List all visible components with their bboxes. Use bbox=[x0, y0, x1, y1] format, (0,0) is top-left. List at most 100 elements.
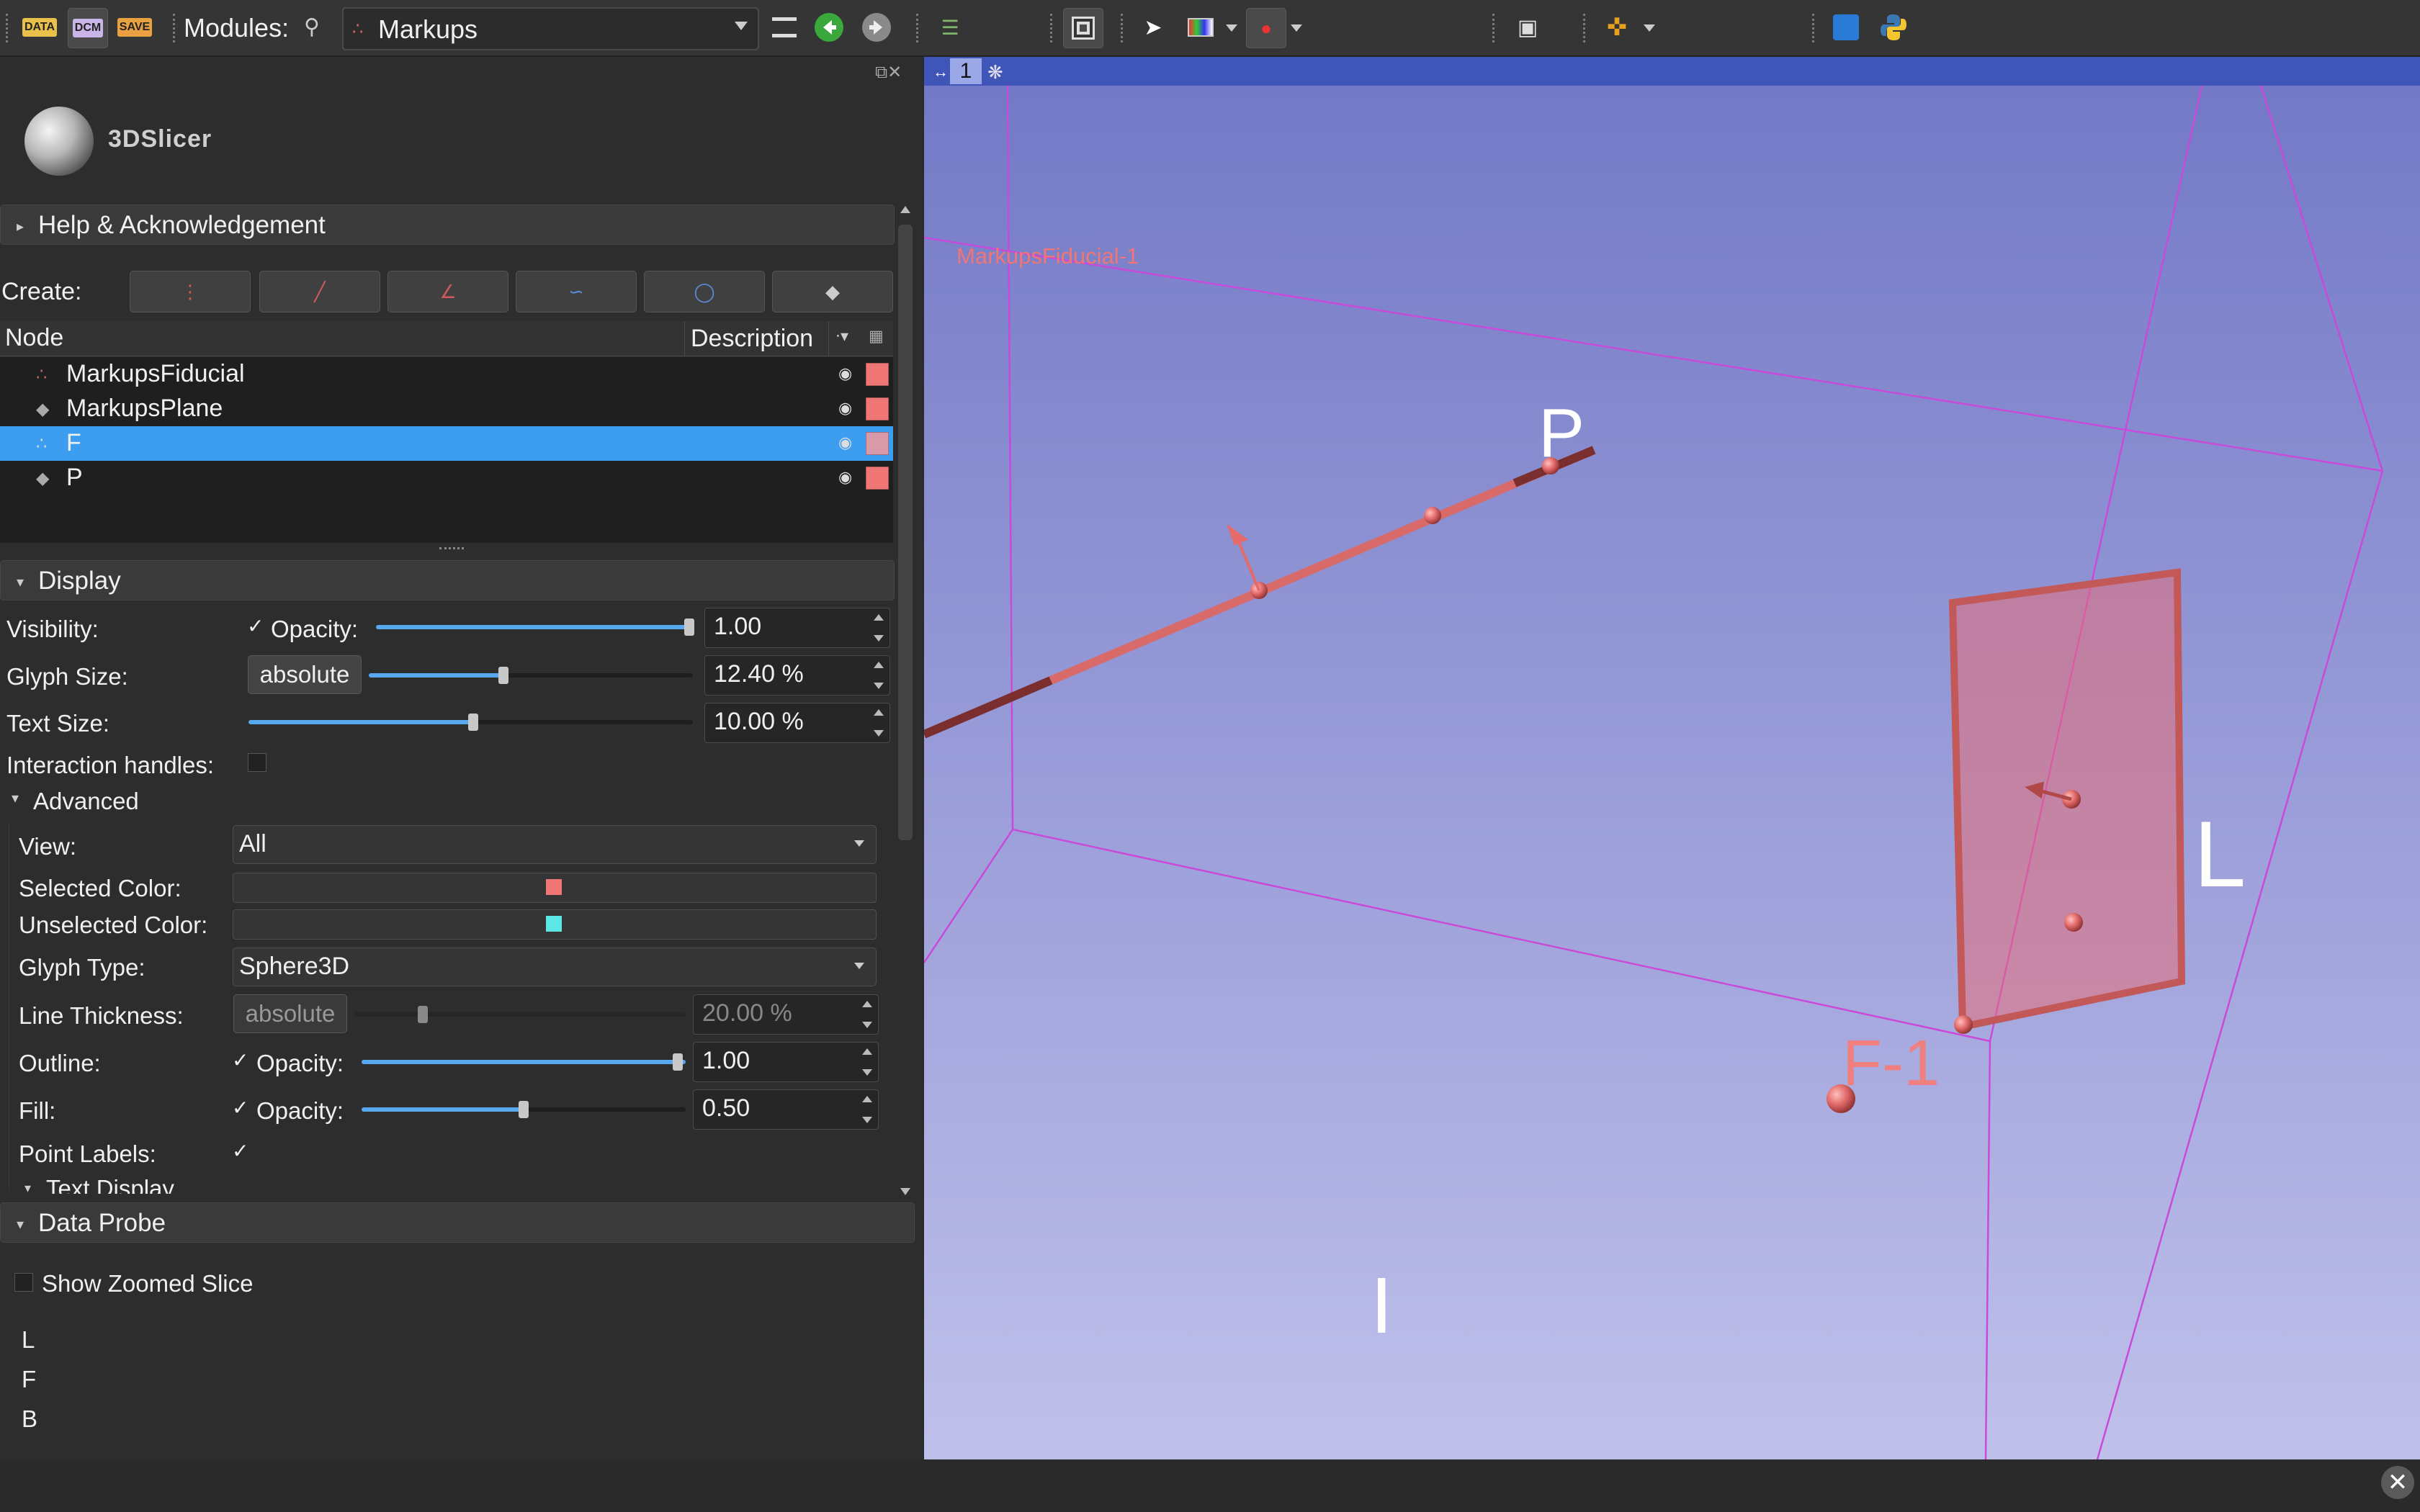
tree-row-markups-plane[interactable]: ◆ MarkupsPlane ◉ bbox=[0, 392, 893, 426]
spin-up-icon[interactable] bbox=[874, 662, 884, 668]
module-selector[interactable]: ∴ Markups bbox=[342, 7, 759, 50]
point-labels-checkbox[interactable]: ✓ bbox=[232, 1139, 248, 1163]
toolbar-grip[interactable] bbox=[6, 14, 14, 42]
opacity-slider-handle[interactable] bbox=[684, 618, 694, 636]
dicom-button[interactable]: DCM bbox=[68, 8, 108, 48]
forward-button[interactable] bbox=[857, 8, 896, 47]
toolbar-grip[interactable] bbox=[173, 14, 181, 42]
spin-up-icon[interactable] bbox=[862, 1001, 872, 1007]
scroll-up-icon[interactable] bbox=[900, 206, 910, 213]
spin-down-icon[interactable] bbox=[874, 683, 884, 689]
column-header-node[interactable]: Node bbox=[5, 324, 63, 352]
line-thickness-slider-handle[interactable] bbox=[418, 1006, 428, 1023]
advanced-section-label[interactable]: Advanced bbox=[33, 788, 139, 815]
show-zoomed-slice-checkbox[interactable] bbox=[14, 1273, 33, 1292]
place-markup-button[interactable]: ● bbox=[1246, 8, 1286, 48]
glyph-size-spinbox[interactable]: 12.40 % bbox=[704, 655, 890, 696]
glyph-size-slider-handle[interactable] bbox=[498, 667, 508, 684]
spin-up-icon[interactable] bbox=[874, 709, 884, 716]
node-color-swatch[interactable] bbox=[866, 397, 889, 420]
column-visibility-icon[interactable]: ⋅▾ bbox=[835, 327, 848, 346]
panel-undock-close-icons[interactable]: ⧉✕ bbox=[875, 62, 902, 83]
line-thickness-mode-button[interactable]: absolute bbox=[233, 994, 347, 1033]
outline-opacity-slider-handle[interactable] bbox=[673, 1053, 683, 1071]
spin-up-icon[interactable] bbox=[874, 614, 884, 621]
eye-icon[interactable]: ◉ bbox=[838, 364, 852, 383]
eye-icon[interactable]: ◉ bbox=[838, 433, 852, 452]
chevron-down-icon[interactable]: ▾ bbox=[12, 789, 19, 807]
spin-down-icon[interactable] bbox=[874, 730, 884, 737]
node-color-swatch[interactable] bbox=[866, 432, 889, 455]
toolbar-grip[interactable] bbox=[1492, 14, 1500, 42]
spin-down-icon[interactable] bbox=[874, 635, 884, 642]
toolbar-grip[interactable] bbox=[916, 14, 924, 42]
load-data-button[interactable]: DATA bbox=[20, 8, 59, 47]
plane-point-handle[interactable] bbox=[2064, 913, 2083, 932]
close-icon[interactable]: ✕ bbox=[2381, 1466, 2414, 1499]
unselected-color-picker[interactable] bbox=[233, 909, 877, 940]
interaction-handles-checkbox[interactable] bbox=[248, 753, 266, 772]
back-button[interactable] bbox=[810, 8, 848, 47]
create-closed-curve-button[interactable]: ◯ bbox=[644, 271, 765, 312]
line-thickness-spinbox[interactable]: 20.00 % bbox=[693, 994, 879, 1035]
line-point-handle[interactable] bbox=[1424, 507, 1441, 524]
opacity-spinbox[interactable]: 1.00 bbox=[704, 608, 890, 648]
glyph-type-combobox[interactable]: Sphere3D bbox=[233, 948, 877, 986]
opacity-slider[interactable] bbox=[376, 625, 693, 629]
column-header-description[interactable]: Description bbox=[684, 321, 813, 356]
module-history-button[interactable] bbox=[765, 8, 804, 47]
toolbar-grip[interactable] bbox=[1050, 14, 1058, 42]
text-display-section-label[interactable]: Text Display bbox=[46, 1175, 174, 1194]
column-color-icon[interactable]: ▦ bbox=[869, 327, 884, 346]
crosshair-button[interactable]: ✜ bbox=[1597, 8, 1636, 47]
glyph-size-slider[interactable] bbox=[369, 673, 693, 678]
show-zoomed-slice-label[interactable]: Show Zoomed Slice bbox=[42, 1270, 253, 1297]
outline-opacity-slider[interactable] bbox=[362, 1060, 686, 1064]
chevron-down-icon[interactable]: ▾ bbox=[24, 1181, 31, 1196]
create-line-button[interactable]: ╱ bbox=[259, 271, 380, 312]
tree-row-markups-fiducial[interactable]: ∴ MarkupsFiducial ◉ bbox=[0, 357, 893, 392]
visibility-checkbox[interactable]: ✓ bbox=[247, 614, 264, 638]
extension-manager-button[interactable] bbox=[1827, 8, 1865, 47]
view-combobox[interactable]: All bbox=[233, 825, 877, 864]
eye-icon[interactable]: ◉ bbox=[838, 399, 852, 418]
outline-opacity-spinbox[interactable]: 1.00 bbox=[693, 1042, 879, 1082]
screenshot-button[interactable]: ▣ bbox=[1508, 8, 1547, 47]
mouse-mode-button[interactable]: ➤ bbox=[1134, 8, 1173, 47]
glyph-size-mode-button[interactable]: absolute bbox=[248, 655, 362, 694]
text-size-spinbox[interactable]: 10.00 % bbox=[704, 703, 890, 743]
create-angle-button[interactable]: ∠ bbox=[387, 271, 508, 312]
create-plane-button[interactable]: ◆ bbox=[772, 271, 893, 312]
view-options-icon[interactable]: ❋ bbox=[987, 61, 1003, 84]
fill-opacity-spinbox[interactable]: 0.50 bbox=[693, 1089, 879, 1130]
center-view-button[interactable] bbox=[1063, 8, 1103, 48]
data-probe-section-header[interactable]: ▾ Data Probe bbox=[0, 1202, 915, 1243]
display-section-header[interactable]: ▾ Display bbox=[0, 560, 895, 600]
help-section-header[interactable]: ▸ Help & Acknowledgement bbox=[0, 204, 895, 245]
toolbar-grip[interactable] bbox=[1121, 14, 1129, 42]
pin-icon[interactable]: ↔ bbox=[933, 63, 949, 81]
spin-up-icon[interactable] bbox=[862, 1048, 872, 1055]
text-size-slider-handle[interactable] bbox=[468, 714, 478, 731]
scroll-down-icon[interactable] bbox=[900, 1188, 910, 1195]
python-console-button[interactable] bbox=[1874, 8, 1913, 47]
node-color-swatch[interactable] bbox=[866, 363, 889, 386]
toolbar-grip[interactable] bbox=[1583, 14, 1591, 42]
tree-row-f[interactable]: ∴ F ◉ bbox=[0, 426, 893, 461]
spin-down-icon[interactable] bbox=[862, 1117, 872, 1123]
window-level-button[interactable] bbox=[1181, 8, 1220, 47]
toolbar-grip[interactable] bbox=[1812, 14, 1820, 42]
selected-color-picker[interactable] bbox=[233, 873, 877, 903]
node-color-swatch[interactable] bbox=[866, 467, 889, 490]
create-curve-button[interactable]: ∽ bbox=[516, 271, 637, 312]
line-thickness-slider[interactable] bbox=[354, 1012, 686, 1017]
search-icon[interactable]: ⚲ bbox=[304, 14, 320, 40]
layout-tree-button[interactable]: ☰ bbox=[931, 8, 969, 47]
create-fiducial-button[interactable]: ⋮ bbox=[130, 271, 251, 312]
eye-icon[interactable]: ◉ bbox=[838, 468, 852, 487]
outline-checkbox[interactable]: ✓ bbox=[232, 1048, 248, 1072]
fill-checkbox[interactable]: ✓ bbox=[232, 1096, 248, 1120]
crosshair-dropdown-icon[interactable] bbox=[1644, 24, 1655, 32]
place-markup-dropdown-icon[interactable] bbox=[1291, 24, 1302, 32]
3d-view-controller-bar[interactable]: ↔ 1 ❋ bbox=[924, 57, 2420, 86]
